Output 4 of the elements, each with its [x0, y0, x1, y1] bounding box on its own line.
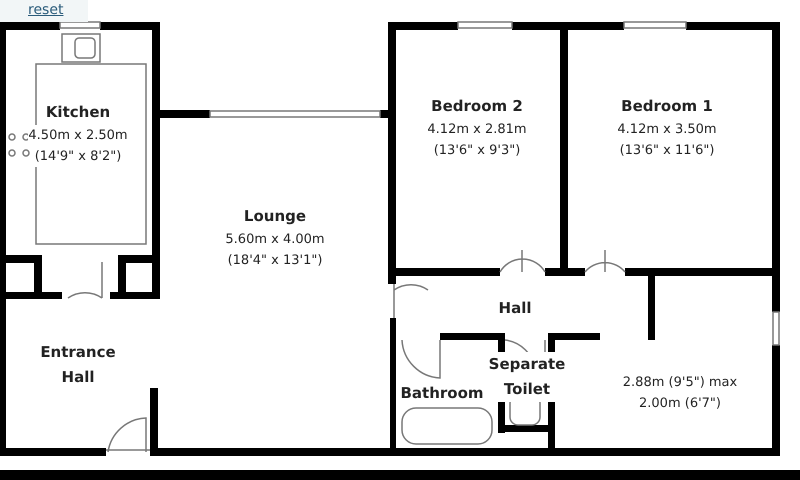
reset-link[interactable]: reset [0, 0, 88, 22]
room-dimensions: 4.50m x 2.50m [28, 125, 128, 146]
room-name: Separate Toilet [488, 352, 566, 402]
room-dimensions: (14'9" x 8'2") [34, 146, 122, 167]
